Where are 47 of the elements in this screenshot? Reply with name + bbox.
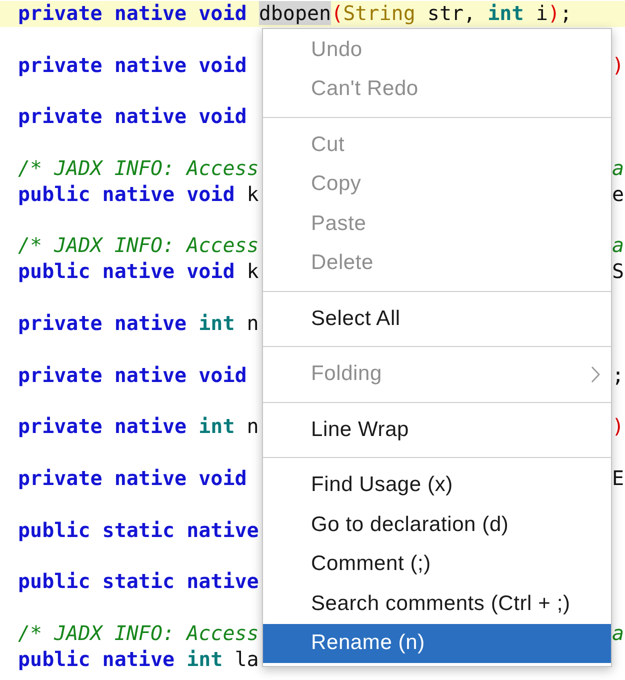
code-paren: ) (548, 1, 560, 25)
code-keyword: public native void (18, 259, 235, 284)
code-keyword: private native void (18, 1, 247, 25)
code-identifier: la (234, 646, 259, 671)
code-keyword: public native (18, 646, 175, 671)
code-type: int (186, 646, 223, 671)
code-comment: /* JADX INFO: Access (18, 233, 259, 258)
code-comment: a (612, 620, 624, 645)
code-class-name: String (343, 1, 416, 25)
code-identifier: str, (427, 1, 476, 25)
code-identifier: e (612, 182, 624, 206)
code-keyword: public static native (18, 518, 259, 542)
menu-item[interactable]: Search comments (Ctrl + ;) (263, 584, 611, 624)
code-type: int (198, 310, 235, 335)
code-keyword: private native (18, 310, 187, 335)
code-paren: ) (612, 414, 624, 438)
menu-item[interactable]: Find Usage (x) (263, 466, 611, 505)
code-keyword: private native void (18, 104, 247, 128)
code-punctuation: ; (560, 1, 572, 25)
code-punctuation: ; (612, 362, 624, 387)
code-identifier: n (246, 414, 259, 438)
menu-item[interactable]: Comment (;) (263, 544, 611, 584)
code-identifier: k (246, 182, 259, 206)
code-keyword: private native (18, 414, 187, 438)
menu-item[interactable]: Rename (n) (263, 624, 611, 663)
code-keyword: public native void (18, 182, 235, 206)
code-type: int (198, 414, 235, 438)
code-comment: /* JADX INFO: Access (18, 156, 259, 180)
code-paren: ) (612, 52, 624, 77)
highlighted-identifier: dbopen (258, 1, 332, 25)
code-identifier: S (612, 259, 624, 284)
code-keyword: private native void (18, 466, 247, 490)
code-keyword: private native void (18, 52, 247, 77)
code-identifier: n (246, 310, 259, 335)
menu-item[interactable]: Go to declaration (d) (263, 505, 611, 544)
code-comment: a (612, 233, 624, 258)
code-paren: ( (331, 1, 344, 25)
code-type: int (488, 1, 524, 25)
menu-item[interactable]: Line Wrap (263, 410, 611, 450)
code-keyword: private native void (18, 362, 247, 387)
code-identifier: E (612, 466, 624, 490)
code-comment: /* JADX INFO: Access (18, 620, 259, 645)
code-identifier: i (536, 1, 548, 25)
code-keyword: public static native (18, 569, 259, 594)
code-identifier: k (246, 259, 259, 284)
code-comment: a (612, 156, 624, 180)
menu-item[interactable]: Select All (263, 299, 611, 338)
